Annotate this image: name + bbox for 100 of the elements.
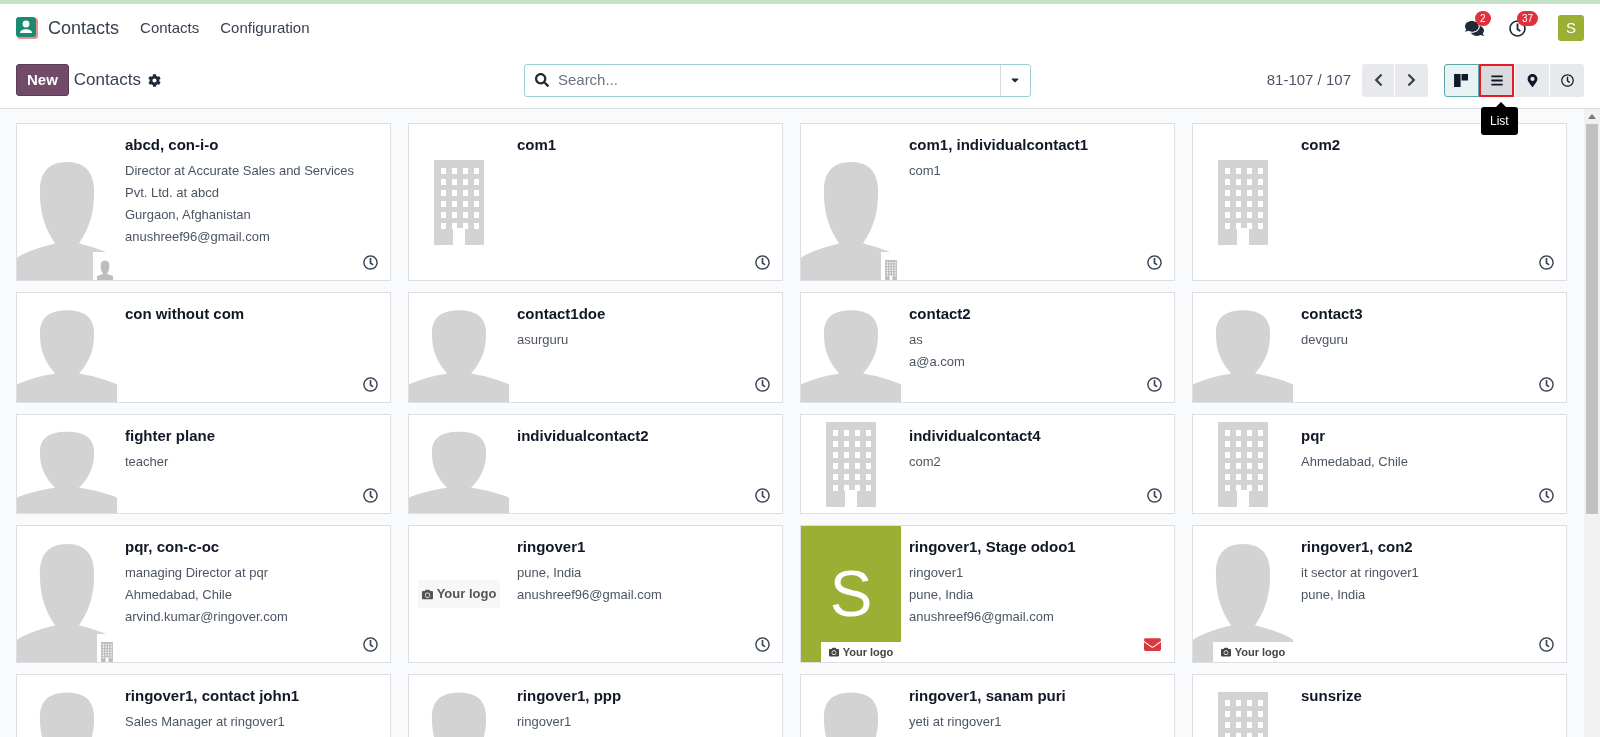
contact-card[interactable]: sunsrize bbox=[1192, 674, 1567, 737]
activity-clock-icon[interactable] bbox=[1147, 377, 1162, 392]
contact-card[interactable]: contact1doe asurguru bbox=[408, 292, 783, 403]
chevron-right-icon bbox=[1406, 73, 1417, 87]
view-switch-button[interactable] bbox=[1444, 63, 1479, 97]
contact-detail: com2 bbox=[909, 453, 942, 471]
contact-name: contact1doe bbox=[517, 304, 607, 324]
contact-detail: pune, India bbox=[1301, 586, 1367, 604]
activity-clock-icon[interactable] bbox=[755, 377, 770, 392]
contact-name: ringover1, con2 bbox=[1301, 537, 1414, 557]
contact-detail: it sector at ringover1 bbox=[1301, 564, 1420, 582]
search-icon bbox=[534, 73, 549, 87]
app-name[interactable]: Contacts bbox=[48, 14, 120, 42]
activity-clock-icon[interactable] bbox=[1147, 488, 1162, 503]
previous-page-button[interactable] bbox=[1362, 63, 1395, 97]
contact-card[interactable]: contact2 as a@a.com bbox=[800, 292, 1175, 403]
contact-detail: anushreef96@gmail.com bbox=[909, 608, 1055, 626]
settings-icon[interactable] bbox=[147, 73, 161, 87]
contact-name: con without com bbox=[125, 304, 246, 324]
contact-detail: Ahmedabad, Chile bbox=[1301, 453, 1409, 471]
menu-item[interactable]: Configuration bbox=[220, 16, 310, 40]
activity-clock-icon[interactable] bbox=[755, 488, 770, 503]
chevron-left-icon bbox=[1372, 73, 1384, 87]
activity-clock-icon[interactable] bbox=[755, 255, 770, 270]
logo-placeholder[interactable]: Your logo bbox=[1213, 642, 1293, 662]
contact-detail: ringover1 bbox=[517, 713, 573, 731]
contact-detail: as bbox=[909, 331, 924, 349]
menu-item[interactable]: Contacts bbox=[140, 16, 200, 40]
contact-detail: com1 bbox=[909, 162, 942, 180]
contact-card[interactable]: ringover1, sanam puri yeti at ringover1 bbox=[800, 674, 1175, 737]
contact-name: com1, individualcontact1 bbox=[909, 135, 1090, 155]
contact-detail: Sales Manager at ringover1 bbox=[125, 713, 286, 731]
next-page-button[interactable] bbox=[1395, 63, 1428, 97]
map-pin-icon bbox=[1526, 73, 1538, 87]
activity-clock-icon[interactable] bbox=[363, 377, 378, 392]
contact-name: individualcontact2 bbox=[517, 426, 650, 446]
contact-card[interactable]: com1 bbox=[408, 123, 783, 281]
email-icon[interactable] bbox=[1143, 636, 1162, 653]
contact-card[interactable]: con without com bbox=[16, 292, 391, 403]
contact-detail: yeti at ringover1 bbox=[909, 713, 1003, 731]
building-badge-icon bbox=[885, 260, 897, 280]
scrollbar[interactable] bbox=[1584, 109, 1600, 737]
building-icon bbox=[826, 421, 876, 507]
contact-card[interactable]: com1, individualcontact1 com1 bbox=[800, 123, 1175, 281]
search-field[interactable]: Search... bbox=[523, 63, 1031, 97]
contact-detail: teacher bbox=[125, 453, 170, 471]
contact-detail: devguru bbox=[1301, 331, 1349, 349]
clock-icon bbox=[1560, 73, 1574, 87]
contact-detail: anushreef96@gmail.com bbox=[125, 228, 271, 246]
contact-card[interactable]: ringover1, ppp ringover1 bbox=[408, 674, 783, 737]
contact-card[interactable]: individualcontact2 bbox=[408, 414, 783, 514]
contact-detail: arvind.kumar@ringover.com bbox=[125, 608, 289, 626]
contact-detail: pune, India bbox=[909, 586, 975, 604]
kanban-icon bbox=[1454, 73, 1469, 87]
activity-clock-icon[interactable] bbox=[1539, 377, 1554, 392]
search-input[interactable]: Search... bbox=[557, 68, 1000, 92]
list-icon bbox=[1490, 73, 1504, 87]
logo-placeholder[interactable]: Your logo bbox=[417, 580, 501, 608]
contact-name: fighter plane bbox=[125, 426, 216, 446]
contact-name: ringover1, contact john1 bbox=[125, 686, 301, 706]
contact-card[interactable]: S Your logo ringover1, Stage odoo1 ringover1 pune, India anushreef96@gmail.com bbox=[800, 525, 1175, 663]
app-logo-icon[interactable] bbox=[16, 17, 38, 39]
contact-card[interactable]: fighter plane teacher bbox=[16, 414, 391, 514]
activity-clock-icon[interactable] bbox=[363, 488, 378, 503]
contact-name: ringover1, sanam puri bbox=[909, 686, 1067, 706]
contact-card[interactable]: individualcontact4 com2 bbox=[800, 414, 1175, 514]
contact-detail: ringover1 bbox=[909, 564, 965, 582]
contact-detail: managing Director at pqr bbox=[125, 564, 270, 582]
activity-clock-icon[interactable] bbox=[1539, 255, 1554, 270]
contact-name: contact3 bbox=[1301, 304, 1364, 324]
pager-value[interactable]: 81-107 / 107 bbox=[1266, 68, 1351, 92]
building-icon bbox=[1218, 421, 1268, 507]
activity-clock-icon[interactable] bbox=[363, 255, 378, 270]
new-button[interactable]: New bbox=[16, 64, 69, 96]
person-badge-icon bbox=[97, 260, 113, 280]
scroll-up-icon[interactable] bbox=[1588, 114, 1596, 119]
contact-name: pqr, con-c-oc bbox=[125, 537, 221, 557]
page-title: Contacts bbox=[73, 69, 141, 92]
contact-card[interactable]: Your logo ringover1, con2 it sector at ringover1 pune, India bbox=[1192, 525, 1567, 663]
contact-card[interactable]: ringover1, contact john1 Sales Manager at ringover1 bbox=[16, 674, 391, 737]
activity-clock-icon[interactable] bbox=[1539, 637, 1554, 652]
contact-detail: Ahmedabad, Chile bbox=[125, 586, 233, 604]
contact-detail: pune, India bbox=[517, 564, 583, 582]
camera-icon bbox=[828, 647, 839, 657]
logo-placeholder[interactable]: Your logo bbox=[821, 642, 901, 662]
building-badge-icon bbox=[101, 642, 113, 662]
contact-card[interactable]: pqr Ahmedabad, Chile bbox=[1192, 414, 1567, 514]
activity-clock-icon[interactable] bbox=[1539, 488, 1554, 503]
contact-card[interactable]: abcd, con-i-o Director at Accurate Sales and Services Pvt. Ltd. at abcd Gurgaon, Afghanistan anushreef96@gmail.com bbox=[16, 123, 391, 281]
camera-icon bbox=[1220, 647, 1231, 657]
contact-name: pqr bbox=[1301, 426, 1327, 446]
contact-card[interactable]: Your logo ringover1 pune, India anushreef96@gmail.com bbox=[408, 525, 783, 663]
activity-clock-icon[interactable] bbox=[755, 637, 770, 652]
contact-detail: anushreef96@gmail.com bbox=[517, 586, 663, 604]
contact-name: ringover1, ppp bbox=[517, 686, 623, 706]
activity-clock-icon[interactable] bbox=[363, 637, 378, 652]
activity-clock-icon[interactable] bbox=[1147, 255, 1162, 270]
contact-card[interactable]: contact3 devguru bbox=[1192, 292, 1567, 403]
contact-name: ringover1, Stage odoo1 bbox=[909, 537, 1077, 557]
contact-card[interactable]: pqr, con-c-oc managing Director at pqr Ahmedabad, Chile arvind.kumar@ringover.com bbox=[16, 525, 391, 663]
